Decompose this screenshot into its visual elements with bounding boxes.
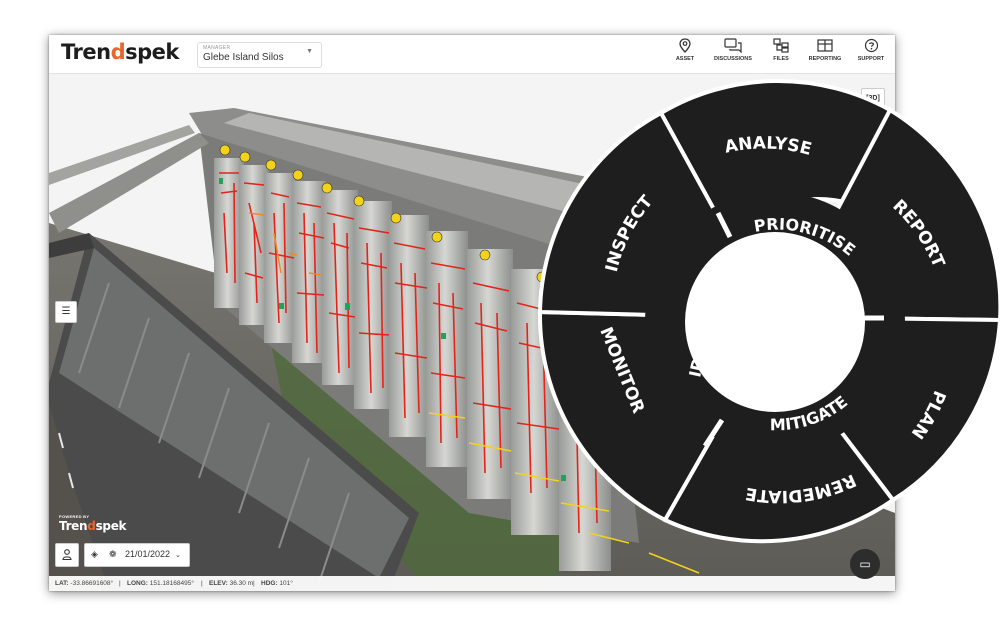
heading-value: 101°: [279, 580, 293, 587]
longitude-value: 151.18168495°: [149, 580, 194, 587]
user-button[interactable]: [55, 543, 79, 567]
top-nav-bar: Trendspek MANAGER Glebe Island Silos ▼ A…: [49, 35, 895, 74]
tree-list-icon: ☰: [61, 306, 71, 317]
nav-discussions[interactable]: DISCUSSIONS: [709, 38, 757, 72]
capture-date: 21/01/2022: [125, 549, 171, 559]
powered-by-badge: POWERED BY Trendspek: [59, 514, 127, 533]
files-tree-icon: [773, 38, 789, 53]
manager-value: Glebe Island Silos: [203, 52, 284, 63]
silo-scene-render: [49, 73, 895, 591]
coordinates-status-bar: LAT: -33.86691608° | LONG: 151.18168495°…: [49, 576, 895, 591]
chat-icon: ▭: [859, 557, 871, 571]
cycle-label-report: REPORT: [888, 196, 948, 271]
location-pin-icon: [679, 38, 691, 53]
chevron-down-icon: ▼: [306, 48, 313, 55]
nav-files[interactable]: FILES: [767, 38, 795, 72]
nav-asset[interactable]: ASSET: [667, 38, 703, 72]
cycle-label-plan: PLAN: [907, 388, 949, 443]
layers-icon[interactable]: ◈: [91, 549, 98, 560]
nav-support[interactable]: SUPPORT: [853, 38, 889, 72]
latitude-value: -33.86691608°: [70, 580, 114, 587]
nav-reporting[interactable]: REPORTING: [805, 38, 845, 72]
layers-tree-button[interactable]: ☰: [55, 301, 77, 323]
manager-select[interactable]: MANAGER Glebe Island Silos ▼: [197, 42, 322, 68]
chevron-down-icon: ⌄: [175, 552, 181, 559]
date-selector[interactable]: ◈ ❁ 21/01/2022 ⌄: [84, 543, 190, 567]
trendspek-small-logo: Trendspek: [59, 519, 127, 533]
elevation-value: 36.30 m: [229, 580, 254, 587]
chat-launcher-button[interactable]: ▭: [850, 549, 880, 579]
user-icon: [62, 549, 72, 561]
trendspek-logo[interactable]: Trendspek: [61, 40, 179, 64]
app-window: Trendspek MANAGER Glebe Island Silos ▼ A…: [49, 35, 895, 591]
view-3d-button[interactable]: [3D]: [861, 88, 885, 110]
3d-viewport[interactable]: [49, 73, 895, 591]
manager-caption: MANAGER: [203, 45, 231, 51]
capture-group-icon: ❁: [109, 549, 117, 559]
chat-bubbles-icon: [724, 38, 742, 53]
help-circle-icon: [864, 38, 878, 53]
table-icon: [817, 39, 833, 52]
